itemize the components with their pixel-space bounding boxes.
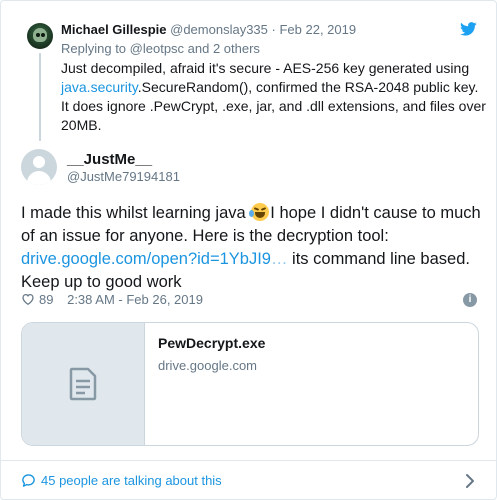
link-ellipsis: … [270, 250, 288, 268]
link-card[interactable]: PewDecrypt.exe drive.google.com [21, 322, 479, 446]
java-security-link[interactable]: java.security [61, 79, 138, 95]
thread-line [39, 53, 41, 141]
card-title[interactable]: PewDecrypt.exe [158, 334, 265, 352]
tweet-embed: Michael Gillespie @demonslay335 · Feb 22… [0, 0, 497, 500]
parent-tweet[interactable]: Michael Gillespie @demonslay335 · Feb 22… [1, 1, 496, 141]
default-avatar[interactable] [21, 149, 57, 185]
document-icon [69, 367, 97, 401]
footer-divider [1, 460, 496, 461]
parent-date[interactable]: Feb 22, 2019 [279, 22, 356, 37]
decryption-tool-link[interactable]: drive.google.com/open?id=1YbJI9… [21, 250, 287, 268]
chevron-right-icon[interactable] [465, 473, 475, 489]
parent-avatar[interactable] [27, 23, 53, 49]
reply-prefix: Replying to [61, 41, 130, 56]
author-handle[interactable]: @JustMe79194181 [67, 169, 180, 185]
parent-header: Michael Gillespie @demonslay335 · Feb 22… [61, 22, 356, 38]
link-visible: drive.google.com/open?id=1YbJI9 [21, 250, 271, 268]
card-thumbnail [22, 323, 145, 445]
tweet-meta: 89 2:38 AM - Feb 26, 2019 [21, 291, 203, 309]
like-count[interactable]: 89 [39, 292, 53, 307]
header-separator: · [271, 22, 276, 37]
heart-icon[interactable] [21, 292, 35, 306]
card-domain: drive.google.com [158, 358, 257, 373]
tweet-text-1: I made this whilst learning java [21, 204, 251, 222]
parent-tweet-text: Just decompiled, afraid it's secure - AE… [61, 59, 486, 135]
tweet-text: I made this whilst learning java I hope … [21, 202, 483, 294]
speech-bubble-icon [22, 474, 35, 487]
conversation-link[interactable]: 45 people are talking about this [21, 472, 222, 490]
reply-others[interactable]: and 2 others [184, 41, 260, 56]
parent-author-handle[interactable]: @demonslay335 [170, 22, 268, 37]
talking-count-text: 45 people are talking about this [41, 473, 222, 488]
crying-laughing-emoji-icon [249, 203, 270, 221]
parent-author-name[interactable]: Michael Gillespie [61, 22, 167, 37]
tweet-timestamp[interactable]: 2:38 AM - Feb 26, 2019 [67, 292, 203, 307]
info-icon[interactable]: i [463, 293, 477, 307]
twitter-bird-icon[interactable] [460, 22, 477, 36]
reply-to-handle[interactable]: @leotpsc [130, 41, 184, 56]
author-name[interactable]: __JustMe__ [67, 151, 152, 169]
replying-to: Replying to @leotpsc and 2 others [61, 41, 260, 57]
parent-text-1: Just decompiled, afraid it's secure - AE… [61, 60, 470, 76]
